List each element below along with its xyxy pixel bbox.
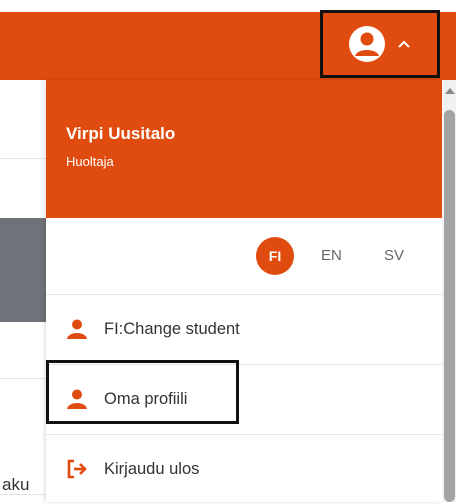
user-name: Virpi Uusitalo: [66, 124, 176, 143]
dropdown-user-header: Virpi Uusitalo Huoltaja: [46, 80, 442, 218]
menu-item-logout[interactable]: Kirjaudu ulos: [46, 434, 442, 504]
user-dropdown: Virpi Uusitalo Huoltaja FI EN SV FI:Chan…: [46, 80, 442, 502]
menu-item-label: FI:Change student: [104, 319, 240, 338]
user-circle-icon: [349, 26, 385, 62]
language-sv[interactable]: SV: [384, 247, 404, 264]
logout-icon: [67, 459, 87, 479]
language-en[interactable]: EN: [321, 247, 342, 264]
top-header: [0, 0, 456, 83]
scroll-up-arrow-icon[interactable]: [443, 86, 456, 96]
language-fi[interactable]: FI: [256, 237, 294, 275]
language-selector: FI EN SV: [46, 218, 442, 295]
menu-item-label: Kirjaudu ulos: [104, 459, 200, 478]
person-icon: [67, 389, 87, 409]
chevron-up-icon: [398, 40, 410, 48]
person-icon: [67, 319, 87, 339]
user-menu-toggle[interactable]: [320, 10, 440, 78]
scrollbar[interactable]: [443, 80, 456, 502]
menu-item-label: Oma profiili: [104, 389, 188, 408]
background-text: aku: [2, 475, 30, 494]
menu-item-own-profile[interactable]: Oma profiili: [46, 364, 442, 435]
background-panel: [0, 218, 46, 322]
scrollbar-thumb[interactable]: [444, 110, 455, 502]
background-divider: [0, 158, 46, 159]
background-divider: [0, 378, 46, 379]
user-role: Huoltaja: [66, 154, 114, 169]
menu-item-change-student[interactable]: FI:Change student: [46, 294, 442, 365]
